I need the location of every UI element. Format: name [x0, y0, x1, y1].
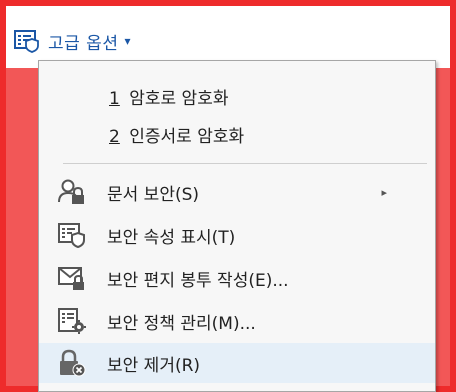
menu-item-show-security-properties[interactable]: 보안 속성 표시(T) — [39, 216, 435, 254]
certificate-shield-icon — [12, 27, 42, 55]
certificate-shield-icon — [57, 221, 87, 249]
menu-item-encrypt-certificate[interactable]: 2 인증서로 암호화 — [39, 115, 435, 153]
menu-item-label: 보안 속성 표시(T) — [107, 227, 236, 248]
advanced-options-label: 고급 옵션 — [48, 33, 119, 54]
menu-item-label: 보안 정책 관리(M)... — [107, 313, 256, 334]
menu-item-label: 보안 편지 봉투 작성(E)... — [107, 270, 289, 291]
user-lock-icon — [57, 178, 87, 206]
document-gear-icon — [57, 307, 87, 335]
lock-remove-icon — [57, 349, 87, 377]
chevron-down-icon: ▾ — [124, 34, 131, 48]
submenu-arrow-icon: ▸ — [381, 185, 387, 199]
menu-item-remove-security[interactable]: 보안 제거(R) — [39, 343, 435, 383]
advanced-options-menu: 1 암호로 암호화 2 인증서로 암호화 문서 보안(S) ▸ 보안 속성 표시… — [38, 60, 436, 392]
menu-item-document-security[interactable]: 문서 보안(S) ▸ — [39, 173, 435, 211]
menu-item-create-secure-envelope[interactable]: 보안 편지 봉투 작성(E)... — [39, 259, 435, 297]
menu-item-encrypt-password[interactable]: 1 암호로 암호화 — [39, 77, 435, 115]
menu-item-manage-security-policies[interactable]: 보안 정책 관리(M)... — [39, 302, 435, 340]
menu-separator — [63, 163, 427, 164]
menu-item-label: 문서 보안(S) — [107, 184, 200, 205]
menu-item-label: 2 인증서로 암호화 — [109, 126, 245, 147]
advanced-options-button[interactable]: 고급 옵션 ▾ — [12, 24, 131, 58]
menu-item-label: 보안 제거(R) — [107, 355, 201, 376]
envelope-lock-icon — [57, 264, 87, 292]
menu-item-label: 1 암호로 암호화 — [109, 88, 229, 109]
